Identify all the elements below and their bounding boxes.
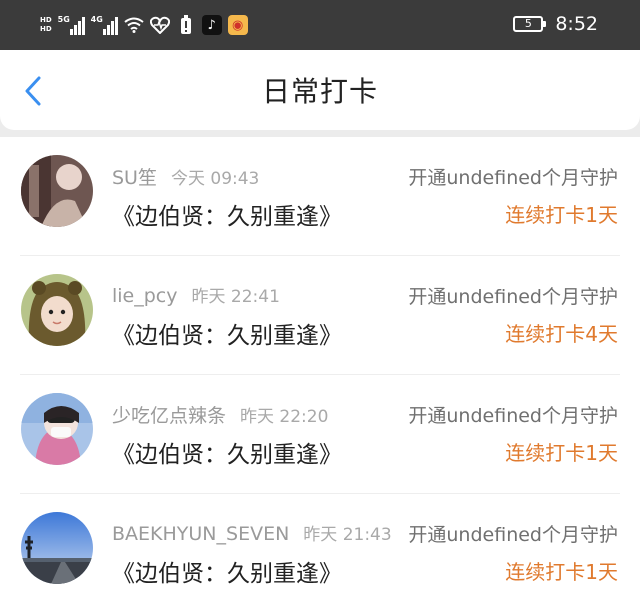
streak-text: 连续打卡1天 xyxy=(505,560,618,584)
username-line: lie_pcy 昨天 22:41 xyxy=(112,282,280,307)
list-item[interactable]: lie_pcy 昨天 22:41 开通undefined个月守护 《边伯贤：久别重… xyxy=(0,256,640,375)
subscription-text: 开通undefined个月守护 xyxy=(408,524,618,546)
hd-indicator: HD HD xyxy=(40,16,52,34)
checkin-time: 今天 09:43 xyxy=(170,169,260,189)
wifi-icon xyxy=(124,15,144,35)
checkin-time: 昨天 22:20 xyxy=(240,407,329,427)
checkin-time: 昨天 22:41 xyxy=(191,287,280,307)
username: BAEKHYUN_SEVEN xyxy=(112,523,290,545)
username: lie_pcy xyxy=(112,285,178,307)
network-5g-label: 5G xyxy=(57,15,70,24)
book-title: 《边伯贤：久别重逢》 xyxy=(112,323,342,349)
book-title: 《边伯贤：久别重逢》 xyxy=(112,442,342,468)
username-line: SU笙 今天 09:43 xyxy=(112,163,259,190)
heart-pulse-icon xyxy=(149,15,170,35)
list-item[interactable]: 少吃亿点辣条 昨天 22:20 开通undefined个月守护 《边伯贤：久别重逢… xyxy=(0,375,640,494)
hd-label-2: HD xyxy=(40,25,52,33)
book-title: 《边伯贤：久别重逢》 xyxy=(112,561,342,587)
streak-text: 连续打卡1天 xyxy=(505,203,618,227)
battery-level: 5 xyxy=(524,17,532,30)
clock: 8:52 xyxy=(555,13,598,35)
username-line: 少吃亿点辣条 昨天 22:20 xyxy=(112,401,328,428)
streak-text: 连续打卡1天 xyxy=(505,441,618,465)
avatar[interactable] xyxy=(21,512,93,584)
avatar[interactable] xyxy=(21,155,93,227)
subscription-text: 开通undefined个月守护 xyxy=(408,167,618,189)
nav-header: 日常打卡 xyxy=(0,50,640,130)
subscription-text: 开通undefined个月守护 xyxy=(408,405,618,427)
hd-label-1: HD xyxy=(40,16,52,24)
weibo-icon: ◉ xyxy=(227,15,248,35)
checkin-time: 昨天 21:43 xyxy=(303,525,392,545)
signal-4g-icon: 4G xyxy=(91,15,118,35)
list-item[interactable]: SU笙 今天 09:43 开通undefined个月守护 《边伯贤：久别重逢》 连… xyxy=(0,137,640,256)
tiktok-icon: ♪ xyxy=(201,15,222,35)
list-item[interactable]: BAEKHYUN_SEVEN 昨天 21:43 开通undefined个月守护 《… xyxy=(0,494,640,613)
status-icons-right: 5 8:52 xyxy=(513,13,598,35)
book-title: 《边伯贤：久别重逢》 xyxy=(112,204,342,230)
status-bar: HD HD 5G 4G ♪ ◉ 5 8:52 xyxy=(0,0,640,50)
subscription-text: 开通undefined个月守护 xyxy=(408,286,618,308)
status-icons-left: HD HD 5G 4G ♪ ◉ xyxy=(40,12,248,38)
username-line: BAEKHYUN_SEVEN 昨天 21:43 xyxy=(112,520,392,545)
signal-5g-icon: 5G xyxy=(58,15,85,35)
page-title: 日常打卡 xyxy=(261,75,378,108)
battery-saver-icon xyxy=(176,15,196,35)
checkin-list: SU笙 今天 09:43 开通undefined个月守护 《边伯贤：久别重逢》 连… xyxy=(0,137,640,615)
network-4g-label: 4G xyxy=(90,15,103,24)
username: 少吃亿点辣条 xyxy=(112,405,227,427)
streak-text: 连续打卡4天 xyxy=(505,322,618,346)
battery-icon: 5 xyxy=(513,16,547,32)
avatar[interactable] xyxy=(21,274,93,346)
avatar[interactable] xyxy=(21,393,93,465)
username: SU笙 xyxy=(112,167,157,189)
